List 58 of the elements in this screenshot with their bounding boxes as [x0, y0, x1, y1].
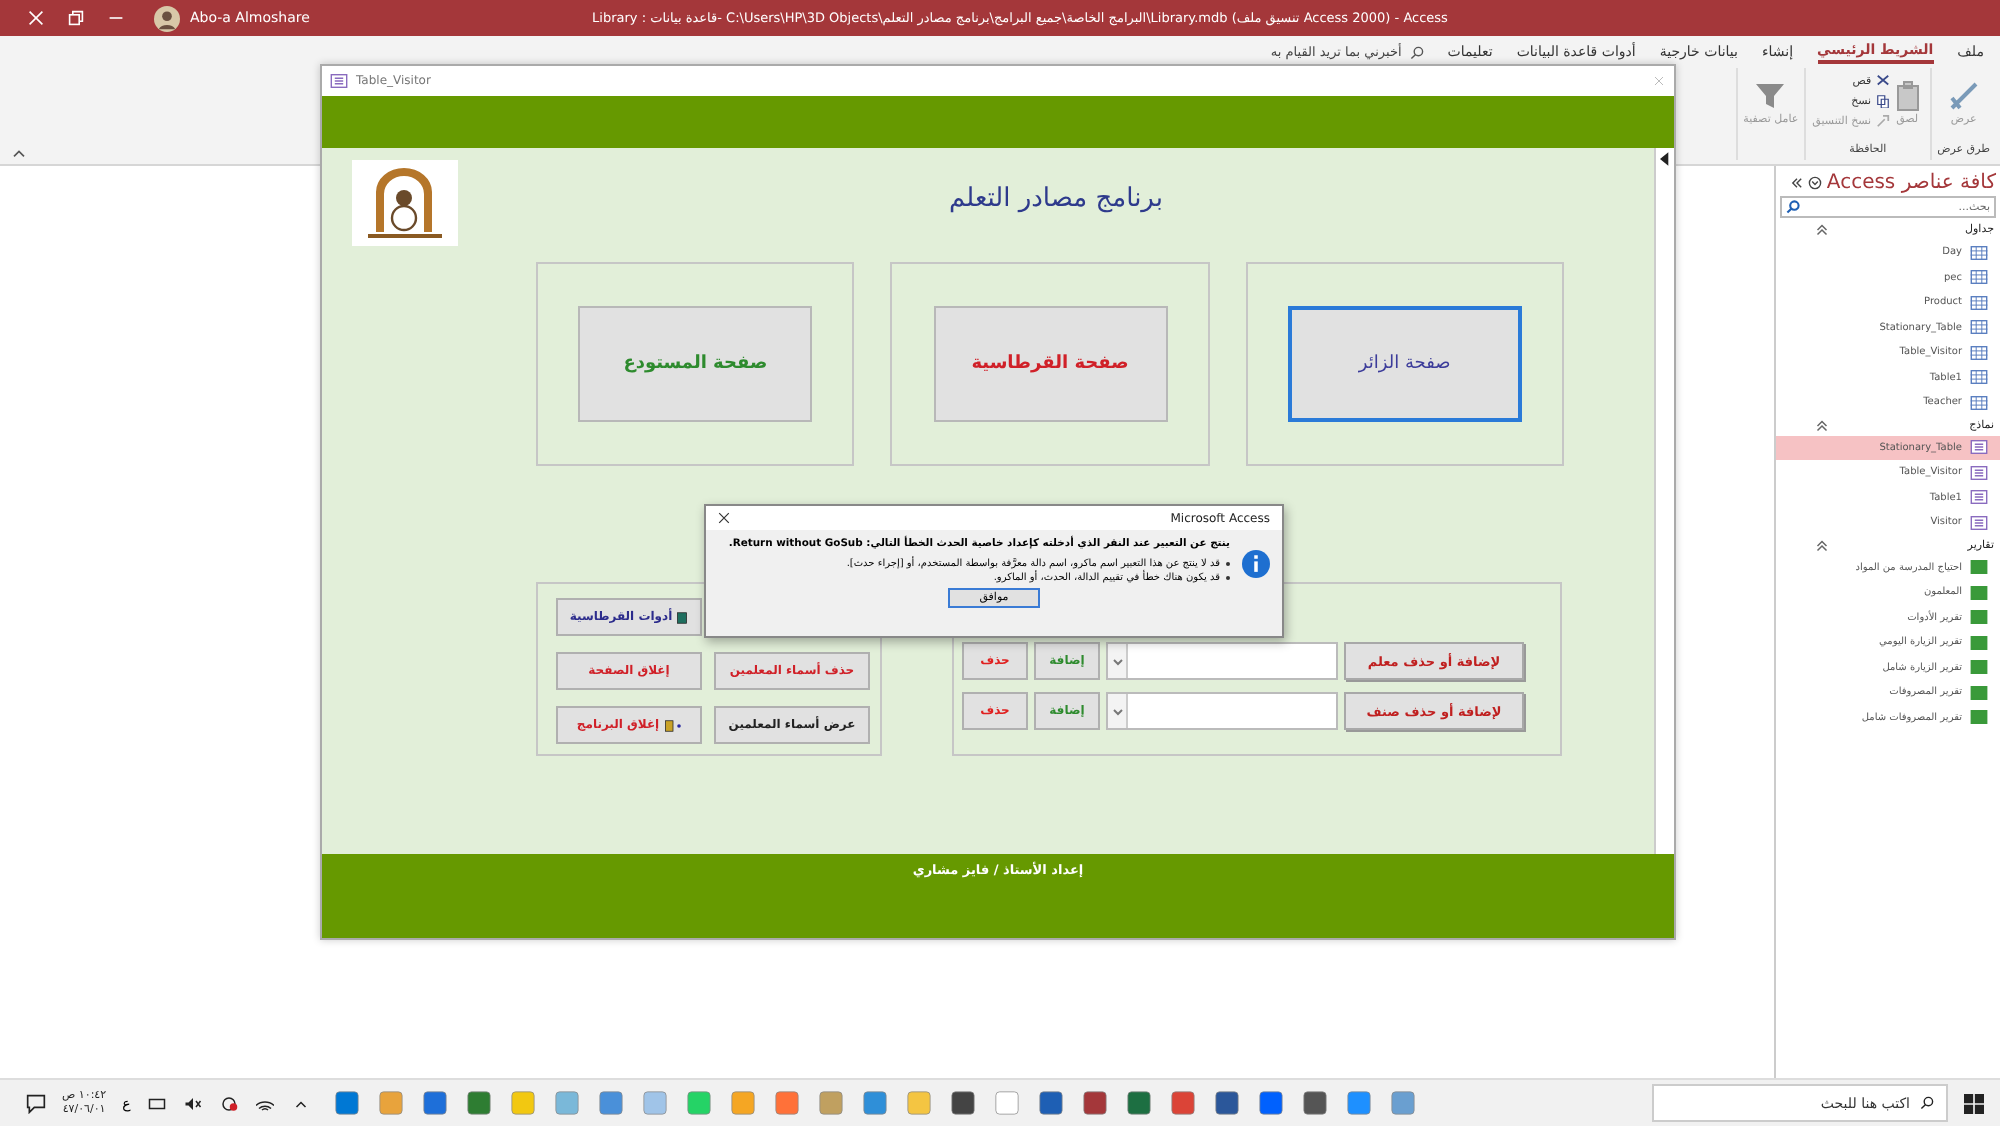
app-icon[interactable]: [950, 1090, 977, 1116]
table-icon: [1970, 295, 1988, 310]
form-heading: برنامج مصادر التعلم: [947, 184, 1165, 218]
wifi-icon[interactable]: [256, 1095, 275, 1111]
avatar-icon[interactable]: [154, 5, 180, 31]
table-icon: [1970, 320, 1988, 335]
app-icon[interactable]: [1214, 1090, 1241, 1116]
pane-title: كافة عناصر Access: [1826, 172, 1996, 194]
caret-icon: [1111, 657, 1123, 665]
form-icon: [330, 74, 348, 88]
form-icon: [1970, 490, 1988, 505]
app-icon[interactable]: [1170, 1090, 1197, 1116]
form-icon: [1970, 515, 1988, 530]
form-icon: [1970, 440, 1988, 455]
page-button[interactable]: صفحة الزائر: [1287, 306, 1522, 422]
network-icon[interactable]: [220, 1095, 239, 1111]
door-icon: [663, 719, 682, 731]
scroll-bar[interactable]: [1654, 148, 1674, 854]
scissors-icon: [1875, 74, 1890, 88]
caret-icon: [1111, 707, 1123, 715]
funnel-icon: [1754, 80, 1787, 112]
restore-icon[interactable]: [68, 10, 84, 26]
chevron-icon: [1816, 224, 1828, 236]
app-icon[interactable]: [1258, 1090, 1285, 1116]
chevron-icon: [1816, 539, 1828, 551]
info-icon: [1242, 550, 1270, 578]
speaker-icon[interactable]: [184, 1095, 203, 1111]
keyboard-icon[interactable]: [148, 1095, 167, 1111]
copy-icon: [1875, 94, 1890, 108]
search-icon: [1409, 45, 1424, 59]
combo-box[interactable]: [1106, 642, 1338, 680]
chevron-icon[interactable]: [12, 148, 26, 158]
search-icon: [1920, 1096, 1934, 1110]
windows-icon[interactable]: [1964, 1093, 1984, 1113]
table-icon: [1970, 395, 1988, 410]
app-icon[interactable]: [1082, 1090, 1109, 1116]
chevron-icon: [1816, 419, 1828, 431]
notification-icon[interactable]: [26, 1093, 46, 1113]
app-icon[interactable]: [1126, 1090, 1153, 1116]
table-icon: [1970, 245, 1988, 260]
dropdown-icon[interactable]: [1808, 176, 1823, 190]
arrow-icon: [1660, 152, 1670, 166]
collapse-icon[interactable]: [1790, 176, 1805, 190]
close-icon[interactable]: [718, 512, 730, 524]
app-icon[interactable]: [1038, 1090, 1065, 1116]
form-icon: [1970, 465, 1988, 480]
app-icon[interactable]: [422, 1090, 449, 1116]
book-icon: [676, 611, 689, 623]
table-icon: [1970, 345, 1988, 360]
table-icon: [1970, 370, 1988, 385]
app-icon[interactable]: [1302, 1090, 1329, 1116]
page-button[interactable]: صفحة القرطاسية: [933, 306, 1168, 422]
logo-drawing: [352, 160, 458, 246]
clipboard-icon: [1891, 80, 1924, 112]
app-icon[interactable]: [334, 1090, 361, 1116]
search-icon: [1786, 200, 1800, 214]
app-icon[interactable]: [466, 1090, 493, 1116]
table-icon: [1970, 270, 1988, 285]
